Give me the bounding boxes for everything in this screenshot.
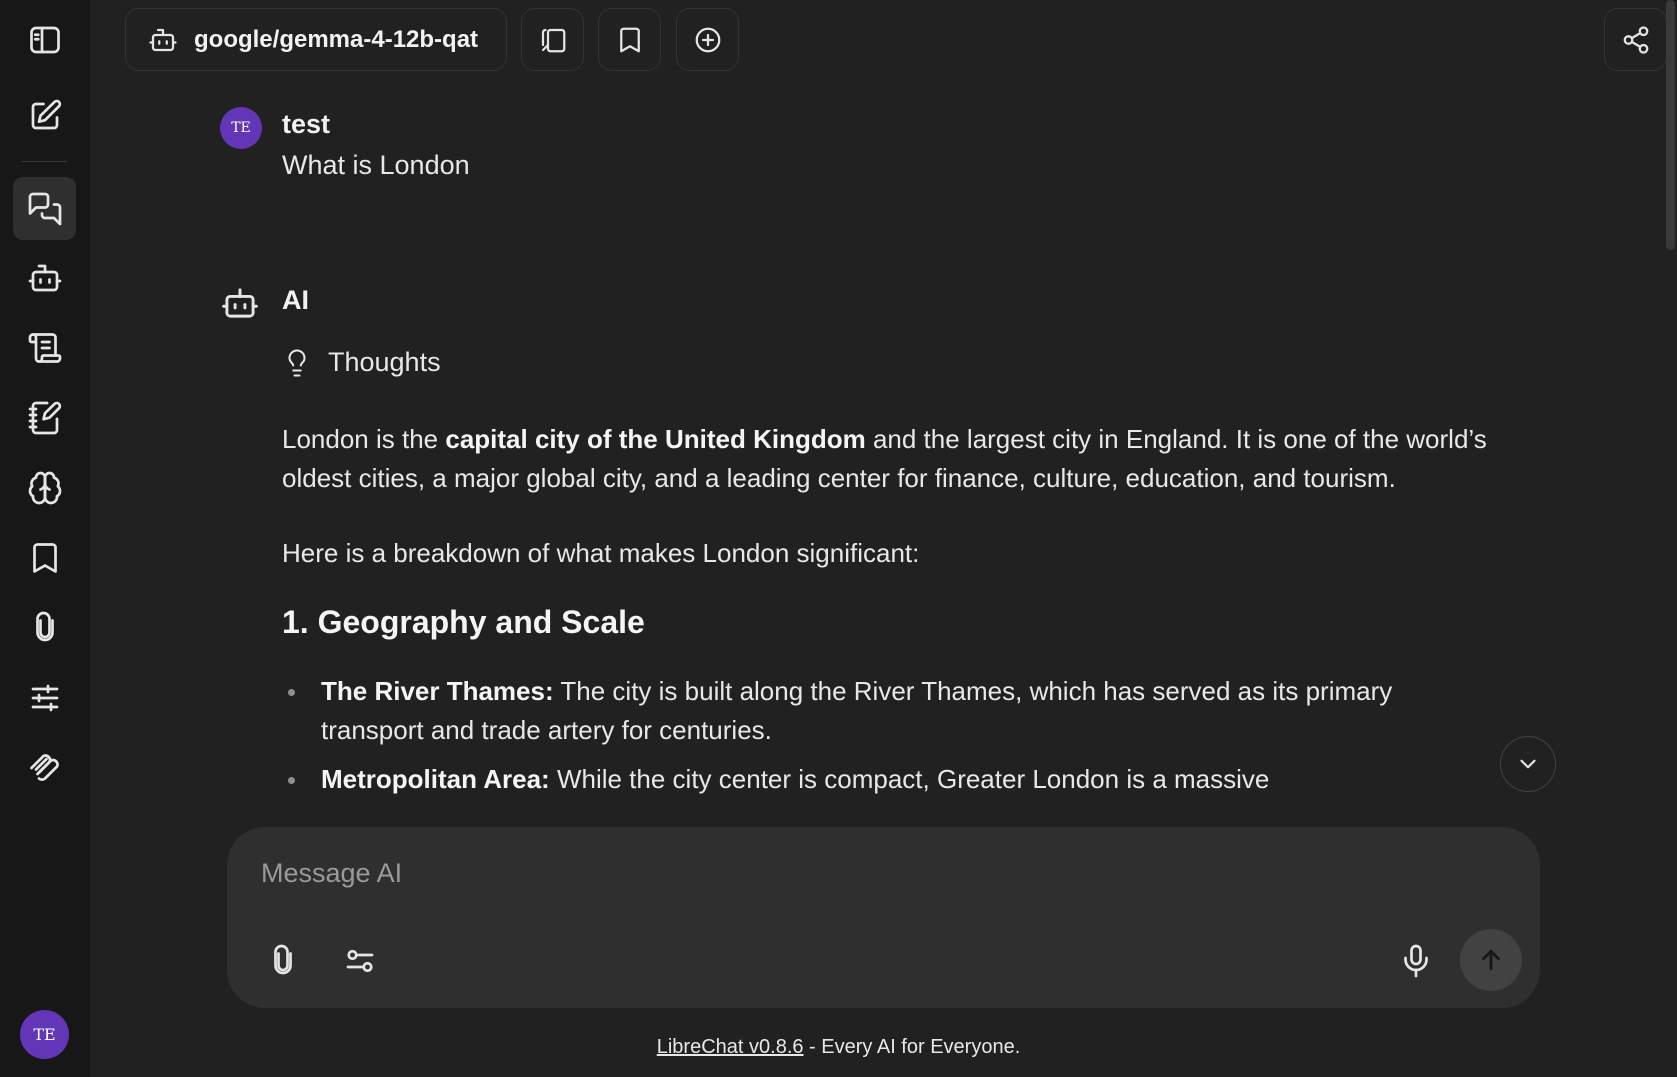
bullet-list: The River Thames: The city is built alon…: [282, 672, 1502, 799]
section-heading: 1. Geography and Scale: [282, 604, 645, 640]
copy-icon: [541, 28, 565, 52]
message-avatar: TE: [220, 107, 262, 149]
microphone-icon: [1404, 944, 1428, 978]
chevron-down-icon: [1520, 759, 1536, 769]
presets-button[interactable]: [521, 8, 584, 71]
tools-button[interactable]: [334, 935, 386, 987]
ai-message-author: AI: [282, 285, 309, 315]
share-icon: [1623, 25, 1648, 54]
list-item: Metropolitan Area: While the city center…: [282, 760, 1502, 799]
chat-scrollbar[interactable]: [1666, 0, 1675, 250]
thoughts-label: Thoughts: [328, 347, 441, 377]
thoughts-toggle[interactable]: Thoughts: [282, 347, 441, 378]
voice-input-button[interactable]: [1390, 935, 1442, 987]
user-message-text: What is London: [282, 150, 470, 180]
share-button[interactable]: [1604, 8, 1667, 71]
user-message-author: test: [282, 109, 331, 139]
model-selector[interactable]: google/gemma-4-12b-qat: [125, 8, 507, 71]
chat-area: TE test What is London AI Thoughts Londo…: [0, 0, 1677, 832]
list-item: The River Thames: The city is built alon…: [282, 672, 1502, 750]
send-button[interactable]: [1460, 929, 1522, 991]
ai-bot-icon: [220, 285, 260, 321]
bookmark-button[interactable]: [598, 8, 661, 71]
bot-icon: [149, 28, 177, 51]
paperclip-icon: [274, 944, 292, 975]
message-input[interactable]: [261, 851, 1461, 895]
ai-message-content: London is the capital city of the United…: [282, 420, 1502, 809]
new-chat-plus-button[interactable]: [676, 8, 739, 71]
model-name: google/gemma-4-12b-qat: [194, 25, 479, 53]
message-composer: [227, 827, 1540, 1008]
lightbulb-icon: [288, 349, 306, 376]
settings-toggle-icon: [346, 949, 374, 973]
attach-file-button[interactable]: [257, 935, 309, 987]
bookmark-icon: [619, 27, 640, 52]
intro-paragraph: London is the capital city of the United…: [282, 424, 1487, 493]
librechat-version-link[interactable]: LibreChat v0.8.6: [657, 1036, 804, 1058]
arrow-up-icon: [1482, 949, 1500, 971]
plus-circle-icon: [695, 27, 720, 52]
breakdown-paragraph: Here is a breakdown of what makes London…: [282, 538, 920, 568]
scroll-to-bottom-button[interactable]: [1500, 736, 1556, 792]
footer-tagline: - Every AI for Everyone.: [803, 1036, 1021, 1058]
footer: LibreChat v0.8.6 - Every AI for Everyone…: [0, 1036, 1677, 1059]
